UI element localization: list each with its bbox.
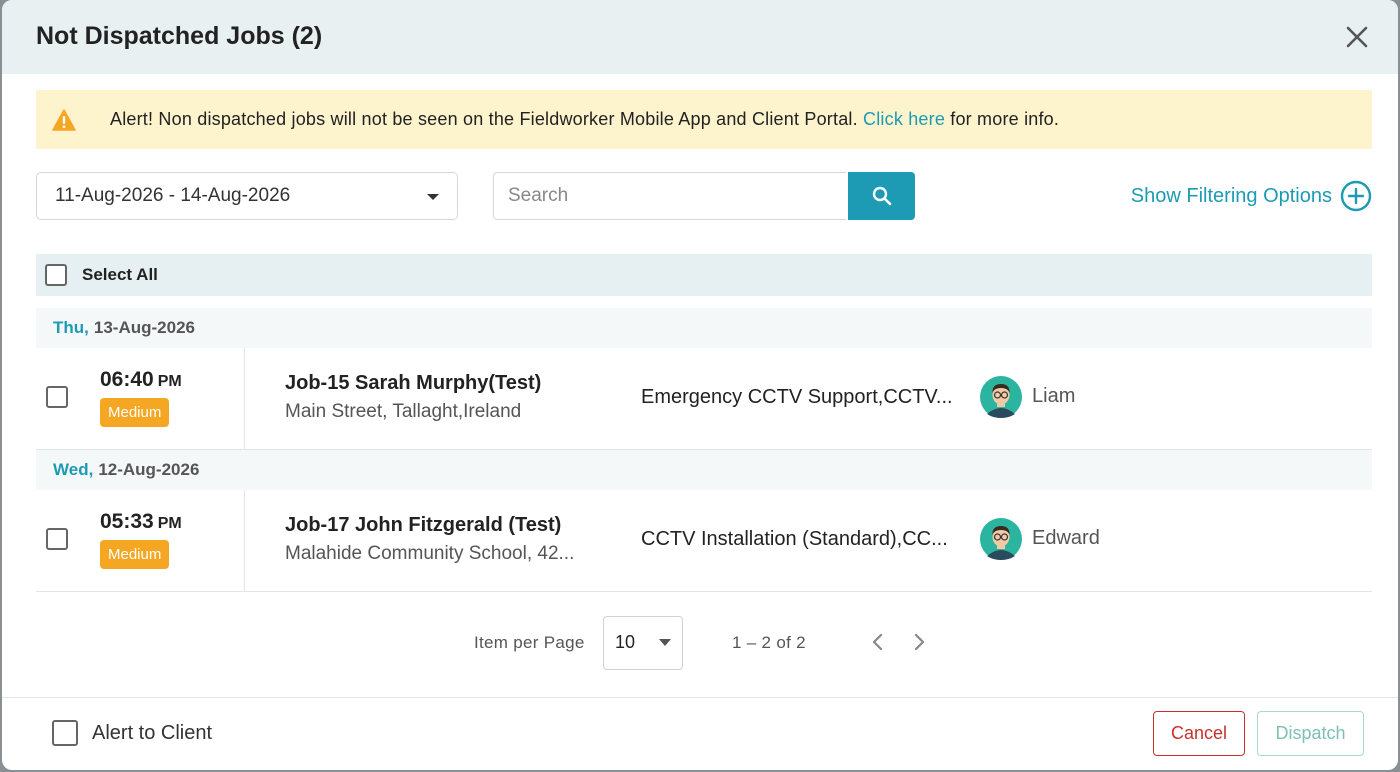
job-time-block: 06:40 PM Medium xyxy=(100,368,182,427)
items-per-page-value: 10 xyxy=(615,632,636,652)
job-address: Malahide Community School, 42... xyxy=(285,543,575,564)
day-group-header: Thu, 13-Aug-2026 xyxy=(36,308,1372,348)
show-filtering-label: Show Filtering Options xyxy=(1130,184,1332,207)
show-filtering-options[interactable]: Show Filtering Options xyxy=(1131,180,1372,212)
alert-text-after: for more info. xyxy=(945,109,1060,129)
day-date: 13-Aug-2026 xyxy=(93,318,195,337)
job-row[interactable]: 05:33 PM Medium Job-17 John Fitzgerald (T… xyxy=(36,490,1372,592)
day-group-header: Wed, 12-Aug-2026 xyxy=(36,450,1372,490)
job-time: 05:33 xyxy=(100,510,154,533)
avatar xyxy=(980,518,1022,560)
pagination: Item per Page 10 1 – 2 of 2 xyxy=(2,616,1398,670)
alert-info-link[interactable]: Click here xyxy=(863,109,945,129)
alert-to-client-checkbox[interactable] xyxy=(52,720,78,746)
job-title[interactable]: Job-17 John Fitzgerald (Test) xyxy=(285,514,561,537)
close-icon[interactable] xyxy=(1344,24,1370,50)
search-button[interactable] xyxy=(848,172,915,220)
priority-badge: Medium xyxy=(100,398,170,427)
job-time: 06:40 xyxy=(100,368,154,391)
assigned-worker: Liam xyxy=(1032,385,1076,407)
warning-icon xyxy=(52,108,76,131)
date-range-value: 11-Aug-2026 - 14-Aug-2026 xyxy=(55,185,291,206)
chevron-down-icon xyxy=(427,194,439,200)
chevron-right-icon[interactable] xyxy=(909,632,929,652)
select-all-bar: Select All xyxy=(36,254,1372,296)
select-all-label: Select All xyxy=(82,265,158,284)
job-title[interactable]: Job-15 Sarah Murphy(Test) xyxy=(285,372,541,395)
chevron-down-icon xyxy=(659,639,671,646)
row-divider xyxy=(244,490,245,591)
avatar xyxy=(980,376,1022,418)
job-row[interactable]: 06:40 PM Medium Job-15 Sarah Murphy(Test)… xyxy=(36,348,1372,450)
alert-to-client-label: Alert to Client xyxy=(92,722,213,744)
select-all-checkbox[interactable] xyxy=(45,264,67,286)
search-input[interactable] xyxy=(493,172,846,220)
search-icon xyxy=(872,186,891,206)
row-divider xyxy=(244,348,245,449)
job-service: CCTV Installation (Standard),CC... xyxy=(641,528,948,550)
page-range-label: 1 – 2 of 2 xyxy=(732,633,806,652)
job-checkbox[interactable] xyxy=(46,386,68,408)
alert-banner: Alert! Non dispatched jobs will not be s… xyxy=(36,90,1372,149)
day-name: Thu, xyxy=(53,318,89,337)
job-checkbox[interactable] xyxy=(46,528,68,550)
not-dispatched-jobs-modal: Not Dispatched Jobs (2) Alert! Non dispa… xyxy=(2,0,1398,770)
job-address: Main Street, Tallaght,Ireland xyxy=(285,401,522,422)
modal-header: Not Dispatched Jobs (2) xyxy=(2,0,1398,74)
day-date: 12-Aug-2026 xyxy=(98,460,200,479)
items-per-page-select[interactable]: 10 xyxy=(603,616,683,670)
job-service: Emergency CCTV Support,CCTV... xyxy=(641,386,953,408)
cancel-button[interactable]: Cancel xyxy=(1153,711,1245,756)
assigned-worker: Edward xyxy=(1032,527,1100,549)
alert-text-before: Alert! Non dispatched jobs will not be s… xyxy=(110,109,864,129)
chevron-left-icon[interactable] xyxy=(868,632,888,652)
modal-footer: Alert to Client Cancel Dispatch xyxy=(2,697,1398,770)
items-per-page-label: Item per Page xyxy=(474,633,585,652)
date-range-dropdown[interactable]: 11-Aug-2026 - 14-Aug-2026 xyxy=(36,172,458,220)
plus-circle-icon xyxy=(1340,180,1372,212)
job-ampm: PM xyxy=(157,373,182,390)
job-time-block: 05:33 PM Medium xyxy=(100,510,182,569)
job-ampm: PM xyxy=(157,515,182,532)
modal-title: Not Dispatched Jobs (2) xyxy=(36,22,323,50)
dispatch-button[interactable]: Dispatch xyxy=(1257,711,1364,756)
priority-badge: Medium xyxy=(100,540,170,569)
day-name: Wed, xyxy=(53,460,94,479)
alert-message: Alert! Non dispatched jobs will not be s… xyxy=(110,109,1059,130)
